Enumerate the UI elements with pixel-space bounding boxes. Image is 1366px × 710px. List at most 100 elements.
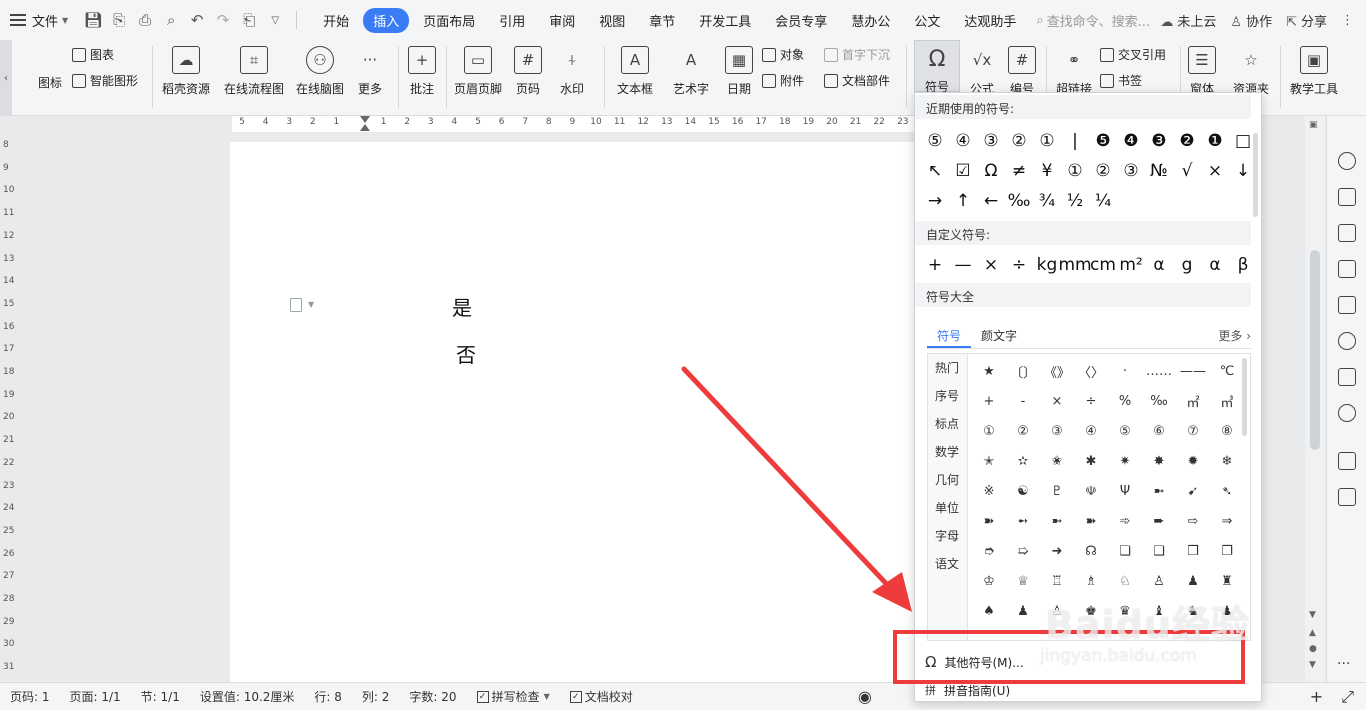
textbox-button[interactable]: A 文本框 bbox=[612, 40, 658, 97]
library-symbol[interactable]: ➼ bbox=[1142, 476, 1176, 506]
library-symbol[interactable]: 〔〕 bbox=[1006, 356, 1040, 386]
library-symbol[interactable]: ➮ bbox=[972, 536, 1006, 566]
library-symbol[interactable]: ♟ bbox=[1176, 566, 1210, 596]
custom-symbol[interactable]: g bbox=[1173, 250, 1201, 280]
library-symbol[interactable]: ✬ bbox=[1040, 446, 1074, 476]
library-symbol[interactable]: + bbox=[972, 386, 1006, 416]
ribbon-scroll-left-icon[interactable]: ‹ bbox=[0, 40, 12, 116]
recent-symbol[interactable]: ← bbox=[977, 186, 1005, 216]
library-symbol[interactable]: 《》 bbox=[1040, 356, 1074, 386]
library-symbol[interactable]: ♖ bbox=[1040, 566, 1074, 596]
status-page[interactable]: 页面: 1/1 bbox=[60, 688, 131, 705]
recent-symbol[interactable]: ❶ bbox=[1201, 126, 1229, 156]
prev-page-icon[interactable]: ▲ bbox=[1309, 628, 1316, 638]
library-symbol[interactable]: ➴ bbox=[1210, 476, 1244, 506]
compass-icon[interactable] bbox=[1338, 332, 1356, 350]
book-icon[interactable] bbox=[1338, 368, 1356, 386]
library-symbol[interactable]: ⇨ bbox=[1176, 506, 1210, 536]
status-page-code[interactable]: 页码: 1 bbox=[0, 688, 60, 705]
symbol-category[interactable]: 标点 bbox=[928, 410, 967, 438]
library-symbol[interactable]: ㎥ bbox=[1210, 386, 1244, 416]
menu-icon[interactable] bbox=[10, 14, 26, 26]
status-setting-value[interactable]: 设置值: 10.2厘米 bbox=[190, 688, 305, 705]
symbol-category[interactable]: 数学 bbox=[928, 438, 967, 466]
comment-button[interactable]: + 批注 bbox=[404, 40, 440, 97]
custom-symbol[interactable]: + bbox=[921, 250, 949, 280]
library-symbol[interactable]: ✱ bbox=[1074, 446, 1108, 476]
file-menu[interactable]: 文件 ▼ bbox=[32, 11, 68, 30]
symbol-category[interactable]: 语文 bbox=[928, 550, 967, 578]
recent-symbol[interactable]: ⑤ bbox=[921, 126, 949, 156]
custom-symbol[interactable]: α bbox=[1145, 250, 1173, 280]
tab-home[interactable]: 开始 bbox=[313, 8, 359, 33]
smartart-button[interactable]: 智能图形 bbox=[72, 72, 138, 89]
recent-symbol[interactable]: ③ bbox=[977, 126, 1005, 156]
status-row[interactable]: 行: 8 bbox=[304, 688, 352, 705]
symbol-category[interactable]: 几何 bbox=[928, 466, 967, 494]
next-page-icon[interactable]: ▼ bbox=[1309, 660, 1316, 670]
backup-icon[interactable] bbox=[1338, 488, 1356, 506]
tab-developer[interactable]: 开发工具 bbox=[689, 8, 761, 33]
more-button[interactable]: ··· 更多 bbox=[352, 40, 388, 97]
custom-symbol[interactable]: cm bbox=[1089, 250, 1117, 280]
recent-symbol[interactable]: ① bbox=[1061, 156, 1089, 186]
custom-symbol[interactable]: × bbox=[977, 250, 1005, 280]
tab-references[interactable]: 引用 bbox=[489, 8, 535, 33]
library-symbol[interactable]: ➾ bbox=[1108, 506, 1142, 536]
library-scrollbar[interactable] bbox=[1242, 358, 1247, 436]
tab-section[interactable]: 章节 bbox=[639, 8, 685, 33]
library-symbol[interactable]: ➽ bbox=[972, 506, 1006, 536]
tab-review[interactable]: 审阅 bbox=[539, 8, 585, 33]
library-symbol[interactable]: ❄ bbox=[1210, 446, 1244, 476]
status-word-count[interactable]: 字数: 20 bbox=[399, 688, 466, 705]
pen-icon[interactable] bbox=[1338, 188, 1356, 206]
eye-protect-icon[interactable]: ◉ bbox=[858, 687, 872, 706]
bookmark-button[interactable]: 书签 bbox=[1100, 72, 1142, 89]
custom-symbol[interactable]: α bbox=[1201, 250, 1229, 280]
tab-member[interactable]: 会员专享 bbox=[765, 8, 837, 33]
library-symbol[interactable]: ✭ bbox=[972, 446, 1006, 476]
library-symbol[interactable]: ※ bbox=[972, 476, 1006, 506]
recent-symbol[interactable]: ‰ bbox=[1005, 186, 1033, 216]
library-symbol[interactable]: ‰ bbox=[1142, 386, 1176, 416]
help-icon[interactable] bbox=[1338, 404, 1356, 422]
symbol-category[interactable]: 单位 bbox=[928, 494, 967, 522]
image-icon[interactable] bbox=[1338, 296, 1356, 314]
collaborate-button[interactable]: ♙ 协作 bbox=[1230, 11, 1272, 30]
wordart-button[interactable]: A 艺术字 bbox=[668, 40, 714, 97]
custom-symbol[interactable]: kg bbox=[1033, 250, 1061, 280]
first-line-indent-marker[interactable] bbox=[360, 116, 370, 123]
recent-symbol[interactable]: ↑ bbox=[949, 186, 977, 216]
tab-official-doc[interactable]: 公文 bbox=[904, 8, 950, 33]
library-symbol[interactable]: ➨ bbox=[1142, 506, 1176, 536]
recent-symbol[interactable]: ② bbox=[1005, 126, 1033, 156]
expand-icon[interactable]: ⤢ bbox=[1341, 687, 1354, 707]
library-symbol[interactable]: ❑ bbox=[1142, 536, 1176, 566]
library-symbol[interactable]: ♟ bbox=[1006, 596, 1040, 626]
library-symbol[interactable]: ⑤ bbox=[1108, 416, 1142, 446]
command-search[interactable]: ⌕ 查找命令、搜索... bbox=[1036, 11, 1150, 30]
more-tools-icon[interactable]: ··· bbox=[1337, 656, 1350, 672]
spell-check-toggle[interactable]: ✓ 拼写检查 ▼ bbox=[467, 688, 560, 705]
tab-symbols[interactable]: 符号 bbox=[927, 325, 972, 348]
tab-page-layout[interactable]: 页面布局 bbox=[413, 8, 485, 33]
more-symbols-link[interactable]: 更多 › bbox=[1218, 327, 1251, 344]
symbol-button[interactable]: Ω 符号 bbox=[914, 40, 960, 94]
library-symbol[interactable]: · bbox=[1108, 356, 1142, 386]
recent-symbol[interactable]: ③ bbox=[1117, 156, 1145, 186]
numbering-button[interactable]: # 编号 bbox=[1004, 40, 1040, 97]
print-icon[interactable]: ⎙ bbox=[134, 9, 156, 31]
teaching-tool-button[interactable]: ▣ 教学工具 bbox=[1286, 40, 1342, 97]
custom-symbol[interactable]: m² bbox=[1117, 250, 1145, 280]
chart-button[interactable]: 图表 bbox=[72, 46, 114, 63]
scroll-down-icon[interactable]: ▼ bbox=[1309, 610, 1316, 620]
library-symbol[interactable]: ♜ bbox=[1210, 566, 1244, 596]
library-symbol[interactable]: ➻ bbox=[1006, 506, 1040, 536]
recent-scrollbar[interactable] bbox=[1253, 133, 1258, 217]
recent-symbol[interactable]: ❷ bbox=[1173, 126, 1201, 156]
custom-symbol[interactable]: — bbox=[949, 250, 977, 280]
recent-symbol[interactable]: | bbox=[1061, 126, 1089, 156]
recent-symbol[interactable]: ① bbox=[1033, 126, 1061, 156]
customize-quickbar-icon[interactable]: ▽ bbox=[264, 9, 286, 31]
library-symbol[interactable]: ② bbox=[1006, 416, 1040, 446]
